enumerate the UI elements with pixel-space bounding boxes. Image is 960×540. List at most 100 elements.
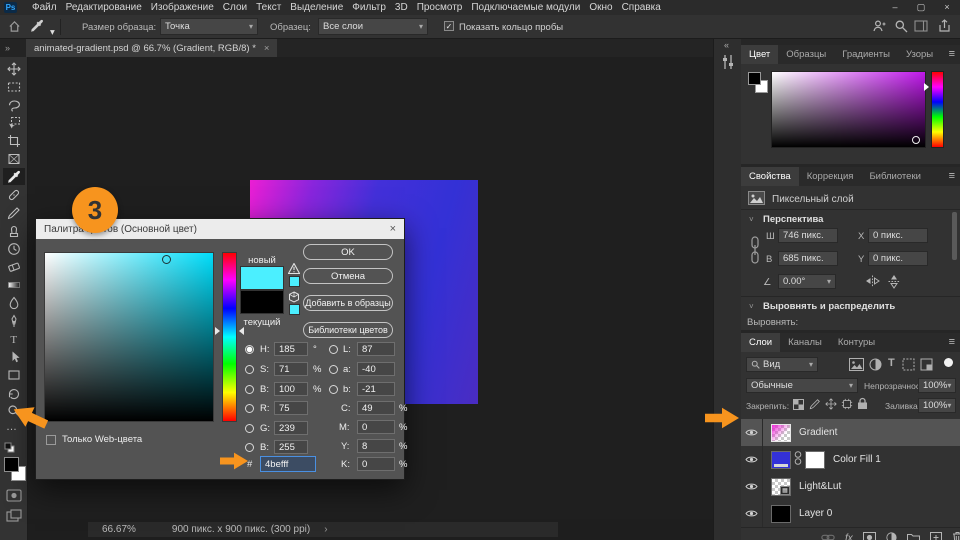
hue-slider[interactable] <box>222 252 237 422</box>
menu-type[interactable]: Текст <box>256 2 281 13</box>
layer-name[interactable]: Gradient <box>799 427 837 438</box>
default-colors-icon[interactable] <box>4 442 15 456</box>
lock-transparency-icon[interactable] <box>793 399 804 413</box>
layer-row-color-fill[interactable]: Color Fill 1 <box>741 446 960 473</box>
g-radio[interactable] <box>245 424 254 433</box>
tab-close-icon[interactable]: × <box>264 43 270 54</box>
b2-radio[interactable] <box>245 443 254 452</box>
section-chevron-icon[interactable]: ˅ <box>749 215 754 224</box>
menu-help[interactable]: Справка <box>622 2 661 13</box>
l-input[interactable]: 87 <box>357 342 395 356</box>
menu-filter[interactable]: Фильтр <box>352 2 386 13</box>
tab-adjustments[interactable]: Коррекция <box>799 167 862 186</box>
menu-3d[interactable]: 3D <box>395 2 408 13</box>
lock-artboard-icon[interactable] <box>841 398 853 413</box>
dock-collapse-icon[interactable]: « <box>724 40 729 50</box>
layer-effects-icon[interactable]: fx <box>845 533 853 540</box>
new-group-icon[interactable] <box>906 532 920 540</box>
flip-vertical-icon[interactable] <box>887 274 901 292</box>
layer-mask-thumbnail[interactable] <box>805 450 825 469</box>
document-tab[interactable]: animated-gradient.psd @ 66.7% (Gradient,… <box>26 39 278 57</box>
flip-horizontal-icon[interactable] <box>865 274 880 291</box>
color-libraries-button[interactable]: Библиотеки цветов <box>303 322 393 338</box>
panel-hue-marker[interactable] <box>924 83 929 91</box>
properties-panel-menu-icon[interactable]: ≡ <box>949 170 955 182</box>
properties-scrollbar[interactable] <box>952 212 957 260</box>
section-chevron-icon[interactable]: ˅ <box>749 302 754 311</box>
tab-swatches[interactable]: Образцы <box>778 45 834 64</box>
r-input[interactable]: 75 <box>274 401 308 415</box>
add-mask-icon[interactable] <box>862 531 876 540</box>
menu-plugins[interactable]: Подключаемые модули <box>471 2 580 13</box>
gamut-color-chip[interactable] <box>289 276 300 287</box>
tab-patterns[interactable]: Узоры <box>898 45 941 64</box>
sample-dropdown[interactable]: Все слои ▾ <box>318 18 428 35</box>
account-icon[interactable] <box>872 19 886 36</box>
layer-name[interactable]: Color Fill 1 <box>833 454 881 465</box>
r-radio[interactable] <box>245 404 254 413</box>
healing-brush-tool[interactable] <box>3 186 25 203</box>
move-tool[interactable] <box>3 60 25 77</box>
rectangle-tool[interactable] <box>3 366 25 383</box>
layer-row-lightlut[interactable]: ▦ Light&Lut <box>741 473 960 500</box>
gradient-tool[interactable] <box>3 276 25 293</box>
menu-view[interactable]: Просмотр <box>417 2 463 13</box>
panel-foreground-swatch[interactable] <box>748 72 761 85</box>
close-button[interactable]: × <box>934 0 960 15</box>
x-input[interactable]: 0 пикс. <box>868 228 928 243</box>
layer-thumbnail[interactable] <box>771 504 791 523</box>
menu-file[interactable]: Файл <box>32 2 57 13</box>
tab-libraries[interactable]: Библиотеки <box>861 167 928 186</box>
angle-input[interactable]: 0.00° ▾ <box>778 274 836 289</box>
layer-row-layer0[interactable]: Layer 0 <box>741 500 960 527</box>
minimize-button[interactable]: – <box>882 0 908 15</box>
share-icon[interactable] <box>938 19 951 36</box>
tab-layers[interactable]: Слои <box>741 333 781 352</box>
dialog-close-icon[interactable]: × <box>390 223 396 235</box>
status-flyout-icon[interactable]: › <box>324 524 327 535</box>
fill-layer-thumbnail[interactable] <box>771 450 791 469</box>
filter-smart-object-icon[interactable] <box>920 358 933 374</box>
tab-channels[interactable]: Каналы <box>780 333 830 352</box>
filter-adjustment-icon[interactable] <box>869 358 882 374</box>
fill-dropdown[interactable]: 100% ▾ <box>918 398 956 413</box>
eyedropper-tool-icon[interactable] <box>30 19 44 36</box>
panel-hue-strip[interactable] <box>931 71 944 148</box>
brush-tool[interactable] <box>3 204 25 221</box>
hue-marker-left[interactable] <box>215 327 220 335</box>
screen-mode-icon[interactable] <box>6 509 22 525</box>
panel-color-field[interactable] <box>771 71 926 148</box>
s-input[interactable]: 71 <box>274 362 308 376</box>
quick-mask-icon[interactable] <box>6 489 22 505</box>
collapsed-panel-icon[interactable] <box>720 53 736 74</box>
color-field-marker[interactable] <box>162 255 171 264</box>
smart-layer-thumbnail[interactable]: ▦ <box>771 477 791 496</box>
hue-marker-right[interactable] <box>239 327 244 335</box>
eyedropper-tool[interactable] <box>3 168 25 185</box>
adjustment-layer-icon[interactable] <box>886 531 897 540</box>
search-icon[interactable] <box>894 19 908 36</box>
home-icon[interactable] <box>8 20 21 36</box>
hex-input[interactable]: 4befff <box>260 456 316 472</box>
frame-tool[interactable] <box>3 150 25 167</box>
link-layers-icon[interactable] <box>821 533 835 540</box>
menu-layers[interactable]: Слои <box>223 2 247 13</box>
eraser-tool[interactable] <box>3 258 25 275</box>
layers-panel-menu-icon[interactable]: ≡ <box>949 336 955 348</box>
height-input[interactable]: 685 пикс. <box>778 251 838 266</box>
color-panel-menu-icon[interactable]: ≡ <box>949 48 955 60</box>
history-brush-tool[interactable] <box>3 240 25 257</box>
clone-stamp-tool[interactable] <box>3 222 25 239</box>
layer-name[interactable]: Light&Lut <box>799 481 841 492</box>
tab-gradients[interactable]: Градиенты <box>834 45 898 64</box>
h-radio[interactable] <box>245 345 254 354</box>
tab-paths[interactable]: Контуры <box>830 333 883 352</box>
y-input[interactable]: 8 <box>357 439 395 453</box>
layer-thumbnail[interactable] <box>771 423 791 442</box>
lock-pixels-icon[interactable] <box>809 398 821 413</box>
panel-color-marker[interactable] <box>912 136 920 144</box>
maximize-button[interactable]: ▢ <box>908 0 934 15</box>
h-input[interactable]: 185 <box>274 342 308 356</box>
opacity-dropdown[interactable]: 100% ▾ <box>918 378 956 393</box>
width-input[interactable]: 746 пикс. <box>778 228 838 243</box>
